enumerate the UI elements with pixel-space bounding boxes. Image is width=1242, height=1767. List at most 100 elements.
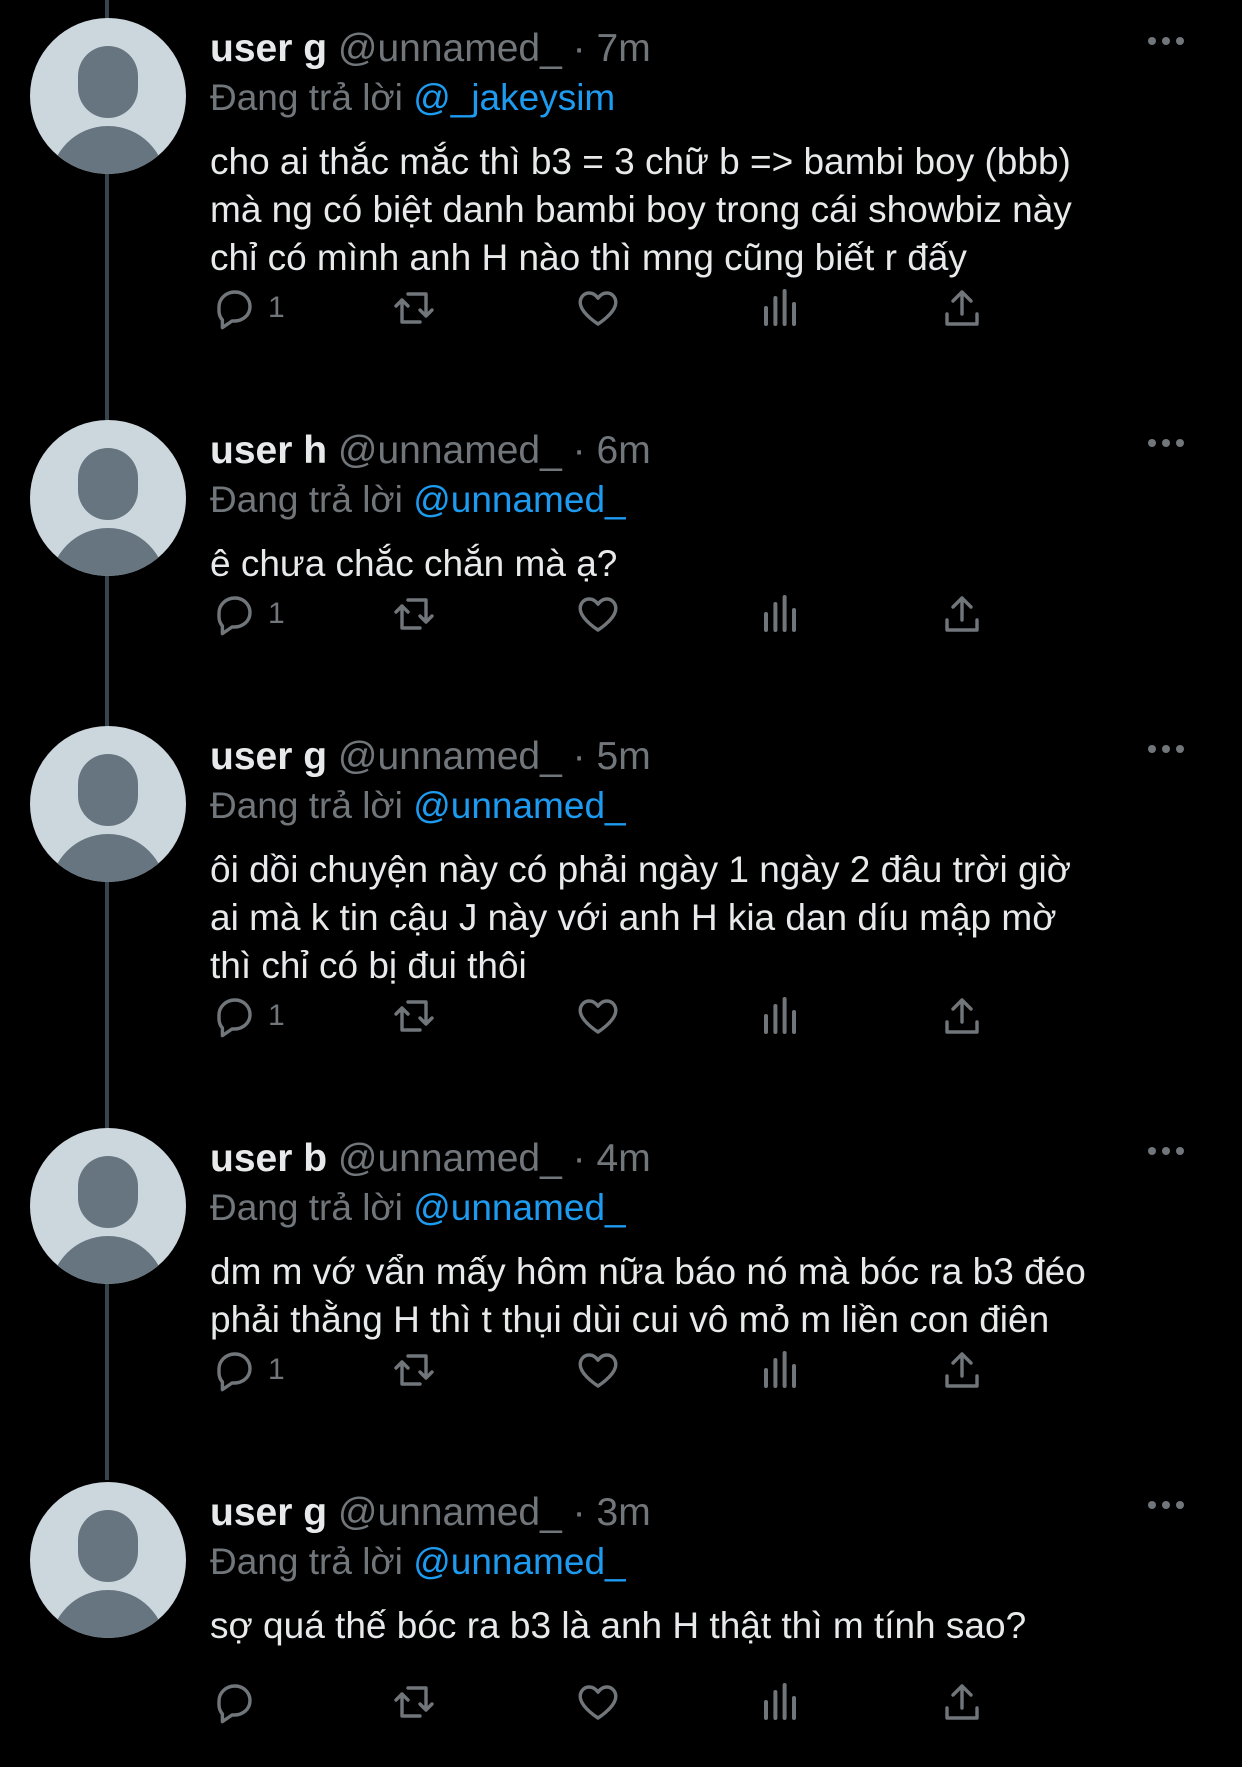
retweet-icon	[394, 598, 434, 630]
retweet-button[interactable]	[390, 988, 438, 1044]
user-handle[interactable]: @unnamed_	[338, 1491, 562, 1534]
user-handle[interactable]: @unnamed_	[338, 735, 562, 778]
retweet-icon	[394, 1354, 434, 1386]
tweet-header: user g @unnamed_ · 7m	[210, 24, 651, 74]
user-name[interactable]: user g	[210, 27, 327, 70]
mention-link[interactable]: @_jakeysim	[413, 77, 615, 118]
separator-dot: ·	[572, 27, 586, 70]
avatar[interactable]	[30, 1482, 186, 1638]
tweet-text: ôi dồi chuyện này có phải ngày 1 ngày 2 …	[210, 846, 1200, 990]
timestamp[interactable]: 3m	[597, 1491, 651, 1534]
tweet-text-line: sợ quá thế bóc ra b3 là anh H thật thì m…	[210, 1605, 1027, 1646]
reply-count: 1	[268, 291, 285, 324]
share-button[interactable]	[938, 1674, 986, 1730]
reply-button[interactable]: 1	[210, 1342, 285, 1398]
reply-count: 1	[268, 999, 285, 1032]
reply-button[interactable]	[210, 1674, 268, 1730]
share-icon	[945, 596, 979, 632]
views-icon	[764, 997, 796, 1034]
separator-dot: ·	[572, 735, 586, 778]
tweet-text: ê chưa chắc chắn mà ạ?	[210, 540, 1200, 588]
user-name[interactable]: user g	[210, 735, 327, 778]
avatar[interactable]	[30, 18, 186, 174]
retweet-icon	[394, 1686, 434, 1718]
share-icon	[945, 1352, 979, 1388]
separator-dot: ·	[572, 1137, 586, 1180]
mention-link[interactable]: @unnamed_	[413, 1541, 625, 1582]
tweet-text-line: cho ai thắc mắc thì b3 = 3 chữ b => bamb…	[210, 141, 1071, 182]
more-icon[interactable]	[1148, 1142, 1200, 1166]
tweet-text-line: ôi dồi chuyện này có phải ngày 1 ngày 2 …	[210, 849, 1072, 890]
action-bar: 1	[210, 1342, 1110, 1398]
like-button[interactable]	[574, 586, 622, 642]
tweet-header: user b @unnamed_ · 4m	[210, 1134, 651, 1184]
retweet-button[interactable]	[390, 280, 438, 336]
reply-button[interactable]: 1	[210, 988, 285, 1044]
like-button[interactable]	[574, 280, 622, 336]
share-button[interactable]	[938, 1342, 986, 1398]
mention-link[interactable]: @unnamed_	[413, 785, 625, 826]
share-button[interactable]	[938, 280, 986, 336]
mention-link[interactable]: @unnamed_	[413, 479, 625, 520]
avatar[interactable]	[30, 1128, 186, 1284]
share-button[interactable]	[938, 586, 986, 642]
views-icon	[764, 1683, 796, 1720]
avatar[interactable]	[30, 420, 186, 576]
user-name[interactable]: user g	[210, 1491, 327, 1534]
tweet-header: user g @unnamed_ · 5m	[210, 732, 651, 782]
views-button[interactable]	[756, 1674, 804, 1730]
action-bar: 1	[210, 988, 1110, 1044]
like-button[interactable]	[574, 1674, 622, 1730]
like-button[interactable]	[574, 988, 622, 1044]
replying-to-label: Đang trả lời	[210, 77, 403, 118]
retweet-icon	[394, 1000, 434, 1032]
views-button[interactable]	[756, 586, 804, 642]
timestamp[interactable]: 6m	[597, 429, 651, 472]
tweet-text-line: dm m vớ vẩn mấy hôm nữa báo nó mà bóc ra…	[210, 1251, 1086, 1292]
like-icon	[578, 597, 618, 632]
replying-to: Đang trả lời @unnamed_	[210, 1184, 626, 1232]
user-handle[interactable]: @unnamed_	[338, 1137, 562, 1180]
replying-to-label: Đang trả lời	[210, 479, 403, 520]
views-button[interactable]	[756, 280, 804, 336]
like-icon	[578, 291, 618, 326]
share-icon	[945, 290, 979, 326]
mention-link[interactable]: @unnamed_	[413, 1187, 625, 1228]
separator-dot: ·	[572, 429, 586, 472]
views-button[interactable]	[756, 988, 804, 1044]
user-handle[interactable]: @unnamed_	[338, 27, 562, 70]
more-icon[interactable]	[1148, 740, 1200, 764]
views-icon	[764, 289, 796, 326]
more-icon[interactable]	[1148, 1496, 1200, 1520]
share-button[interactable]	[938, 988, 986, 1044]
share-icon	[945, 1684, 979, 1720]
replying-to-label: Đang trả lời	[210, 1541, 403, 1582]
views-icon	[764, 595, 796, 632]
tweet-text-line: thì chỉ có bị đui thôi	[210, 945, 527, 986]
more-icon[interactable]	[1148, 434, 1200, 458]
retweet-button[interactable]	[390, 586, 438, 642]
avatar[interactable]	[30, 726, 186, 882]
retweet-button[interactable]	[390, 1342, 438, 1398]
timestamp[interactable]: 7m	[597, 27, 651, 70]
replying-to: Đang trả lời @unnamed_	[210, 476, 626, 524]
user-name[interactable]: user h	[210, 429, 327, 472]
more-icon[interactable]	[1148, 32, 1200, 56]
timestamp[interactable]: 4m	[597, 1137, 651, 1180]
replying-to-label: Đang trả lời	[210, 1187, 403, 1228]
reply-button[interactable]: 1	[210, 586, 285, 642]
reply-icon	[217, 998, 252, 1038]
user-name[interactable]: user b	[210, 1137, 327, 1180]
views-button[interactable]	[756, 1342, 804, 1398]
reply-button[interactable]: 1	[210, 280, 285, 336]
separator-dot: ·	[572, 1491, 586, 1534]
replying-to: Đang trả lời @unnamed_	[210, 782, 626, 830]
like-button[interactable]	[574, 1342, 622, 1398]
timestamp[interactable]: 5m	[597, 735, 651, 778]
replying-to: Đang trả lời @unnamed_	[210, 1538, 626, 1586]
tweet-text-line: ê chưa chắc chắn mà ạ?	[210, 543, 618, 584]
user-handle[interactable]: @unnamed_	[338, 429, 562, 472]
reply-count: 1	[268, 597, 285, 630]
retweet-button[interactable]	[390, 1674, 438, 1730]
views-icon	[764, 1351, 796, 1388]
